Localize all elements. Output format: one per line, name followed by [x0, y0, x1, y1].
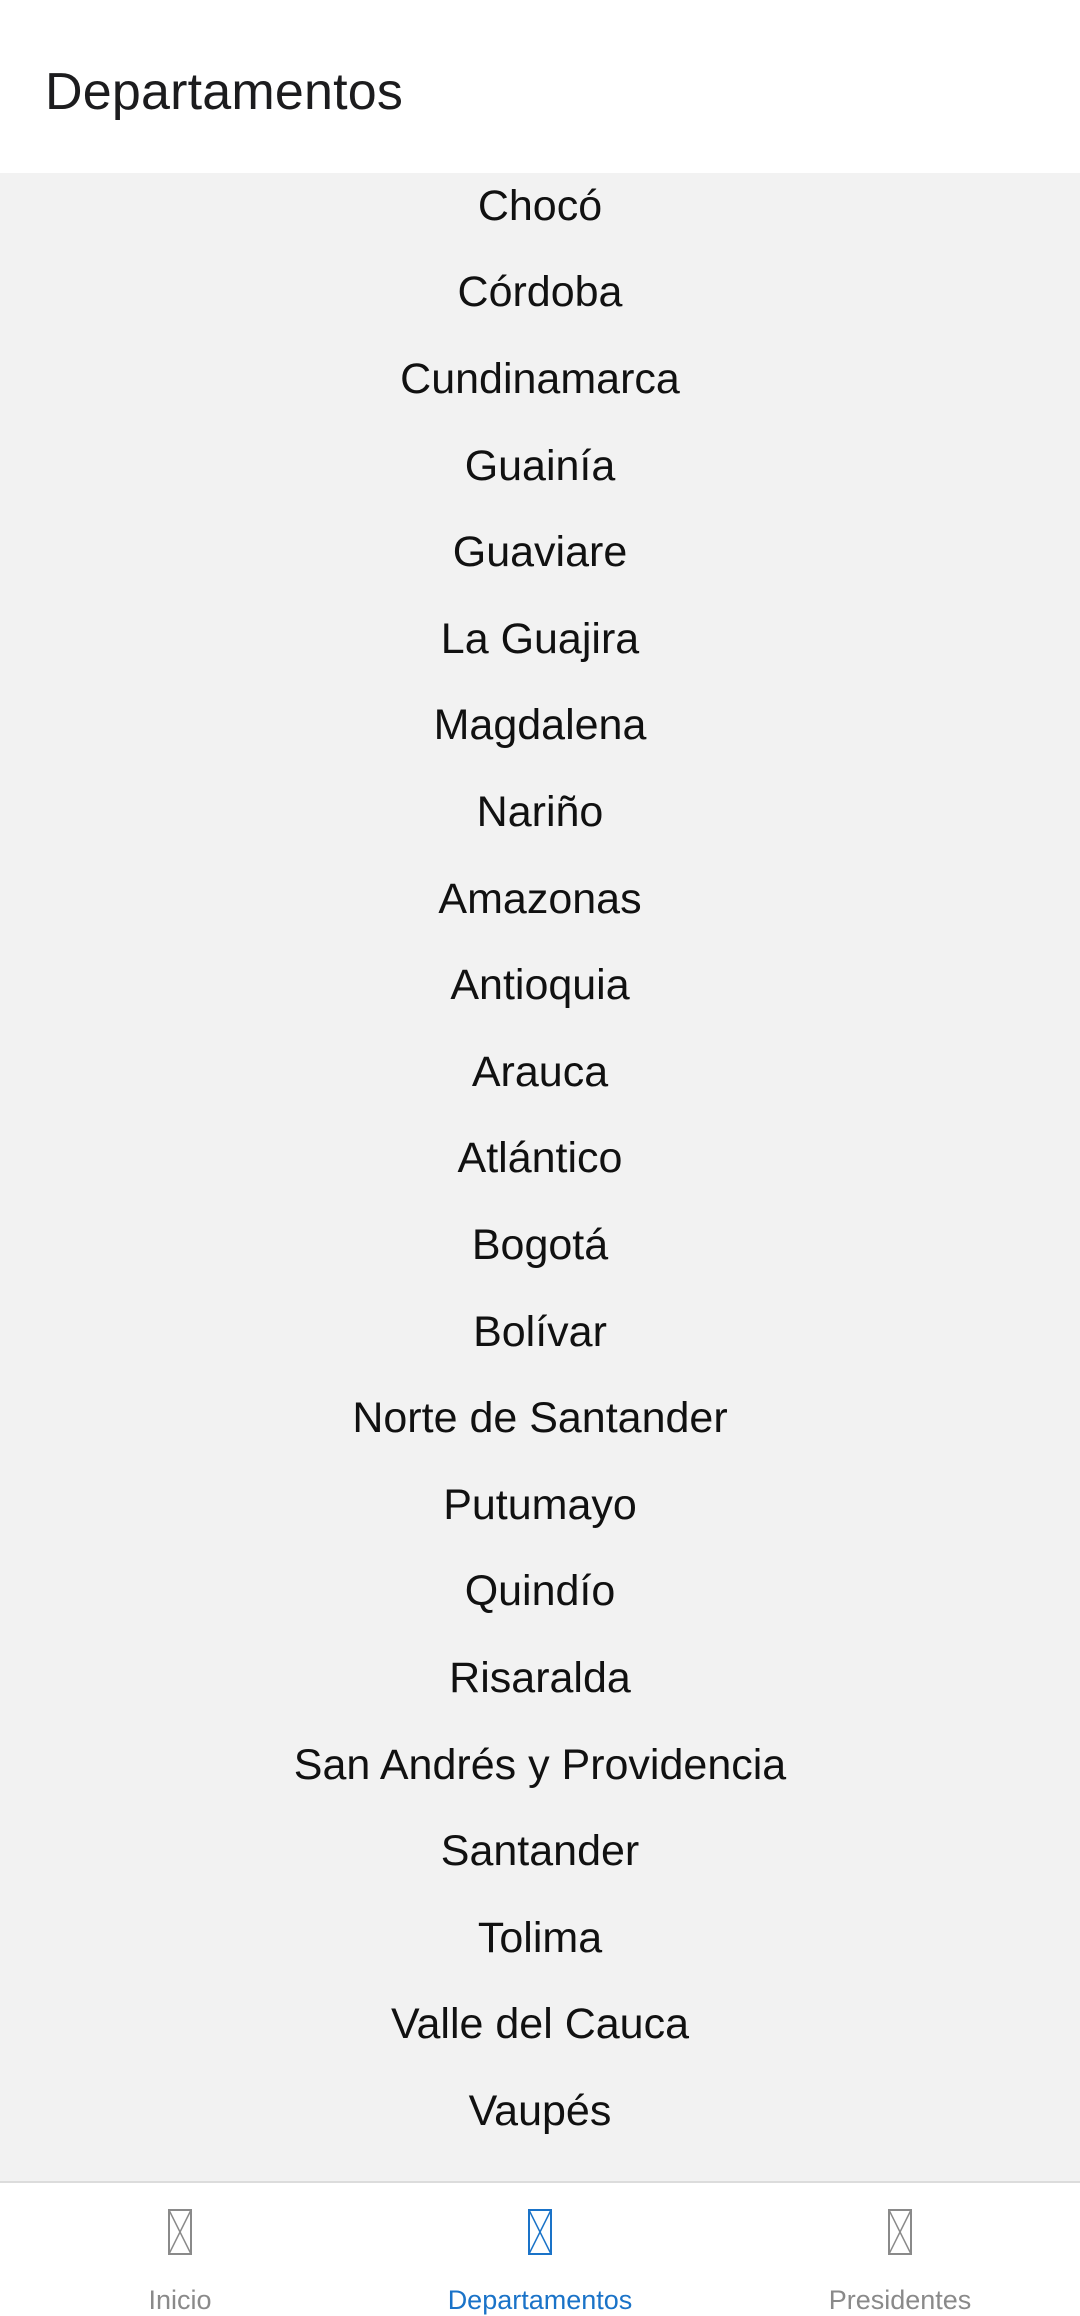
- list-item[interactable]: Antioquia: [0, 942, 1080, 1029]
- list-item[interactable]: Atlántico: [0, 1115, 1080, 1202]
- list-item[interactable]: Vaupés: [0, 2068, 1080, 2155]
- list-item[interactable]: Amazonas: [0, 856, 1080, 943]
- list-item[interactable]: Guaviare: [0, 509, 1080, 596]
- list-item[interactable]: Vichada: [0, 2155, 1080, 2181]
- list-item[interactable]: Guainía: [0, 423, 1080, 510]
- tab-label: Departamentos: [447, 2285, 633, 2315]
- list-item[interactable]: Quindío: [0, 1548, 1080, 1635]
- list-item[interactable]: Santander: [0, 1808, 1080, 1895]
- list-item[interactable]: Chocó: [0, 173, 1080, 249]
- missing-glyph-icon: [528, 2209, 552, 2255]
- list-item[interactable]: Arauca: [0, 1029, 1080, 1116]
- list-item[interactable]: Córdoba: [0, 249, 1080, 336]
- tab-label: Inicio: [148, 2285, 212, 2315]
- tab-presidentes[interactable]: Presidentes: [720, 2183, 1080, 2316]
- app-header: Departamentos: [0, 0, 1080, 173]
- departments-list[interactable]: Chocó Córdoba Cundinamarca Guainía Guaviare L…: [0, 173, 1080, 2181]
- list-item[interactable]: San Andrés y Providencia: [0, 1722, 1080, 1809]
- list-item[interactable]: Bogotá: [0, 1202, 1080, 1289]
- list-item[interactable]: Risaralda: [0, 1635, 1080, 1722]
- list-item[interactable]: Norte de Santander: [0, 1375, 1080, 1462]
- tab-departamentos[interactable]: Departamentos: [360, 2183, 720, 2316]
- list-item[interactable]: Tolima: [0, 1895, 1080, 1982]
- bottom-tab-bar: Inicio Departamentos Presidentes: [0, 2181, 1080, 2316]
- list-item[interactable]: Bolívar: [0, 1289, 1080, 1376]
- list-item[interactable]: Magdalena: [0, 682, 1080, 769]
- page-title: Departamentos: [45, 63, 404, 121]
- list-item[interactable]: Cundinamarca: [0, 336, 1080, 423]
- missing-glyph-icon: [888, 2209, 912, 2255]
- tab-label: Presidentes: [828, 2285, 972, 2315]
- list-item[interactable]: Valle del Cauca: [0, 1981, 1080, 2068]
- list-item[interactable]: La Guajira: [0, 596, 1080, 683]
- list-item[interactable]: Putumayo: [0, 1462, 1080, 1549]
- list-item[interactable]: Nariño: [0, 769, 1080, 856]
- missing-glyph-icon: [168, 2209, 192, 2255]
- tab-inicio[interactable]: Inicio: [0, 2183, 360, 2316]
